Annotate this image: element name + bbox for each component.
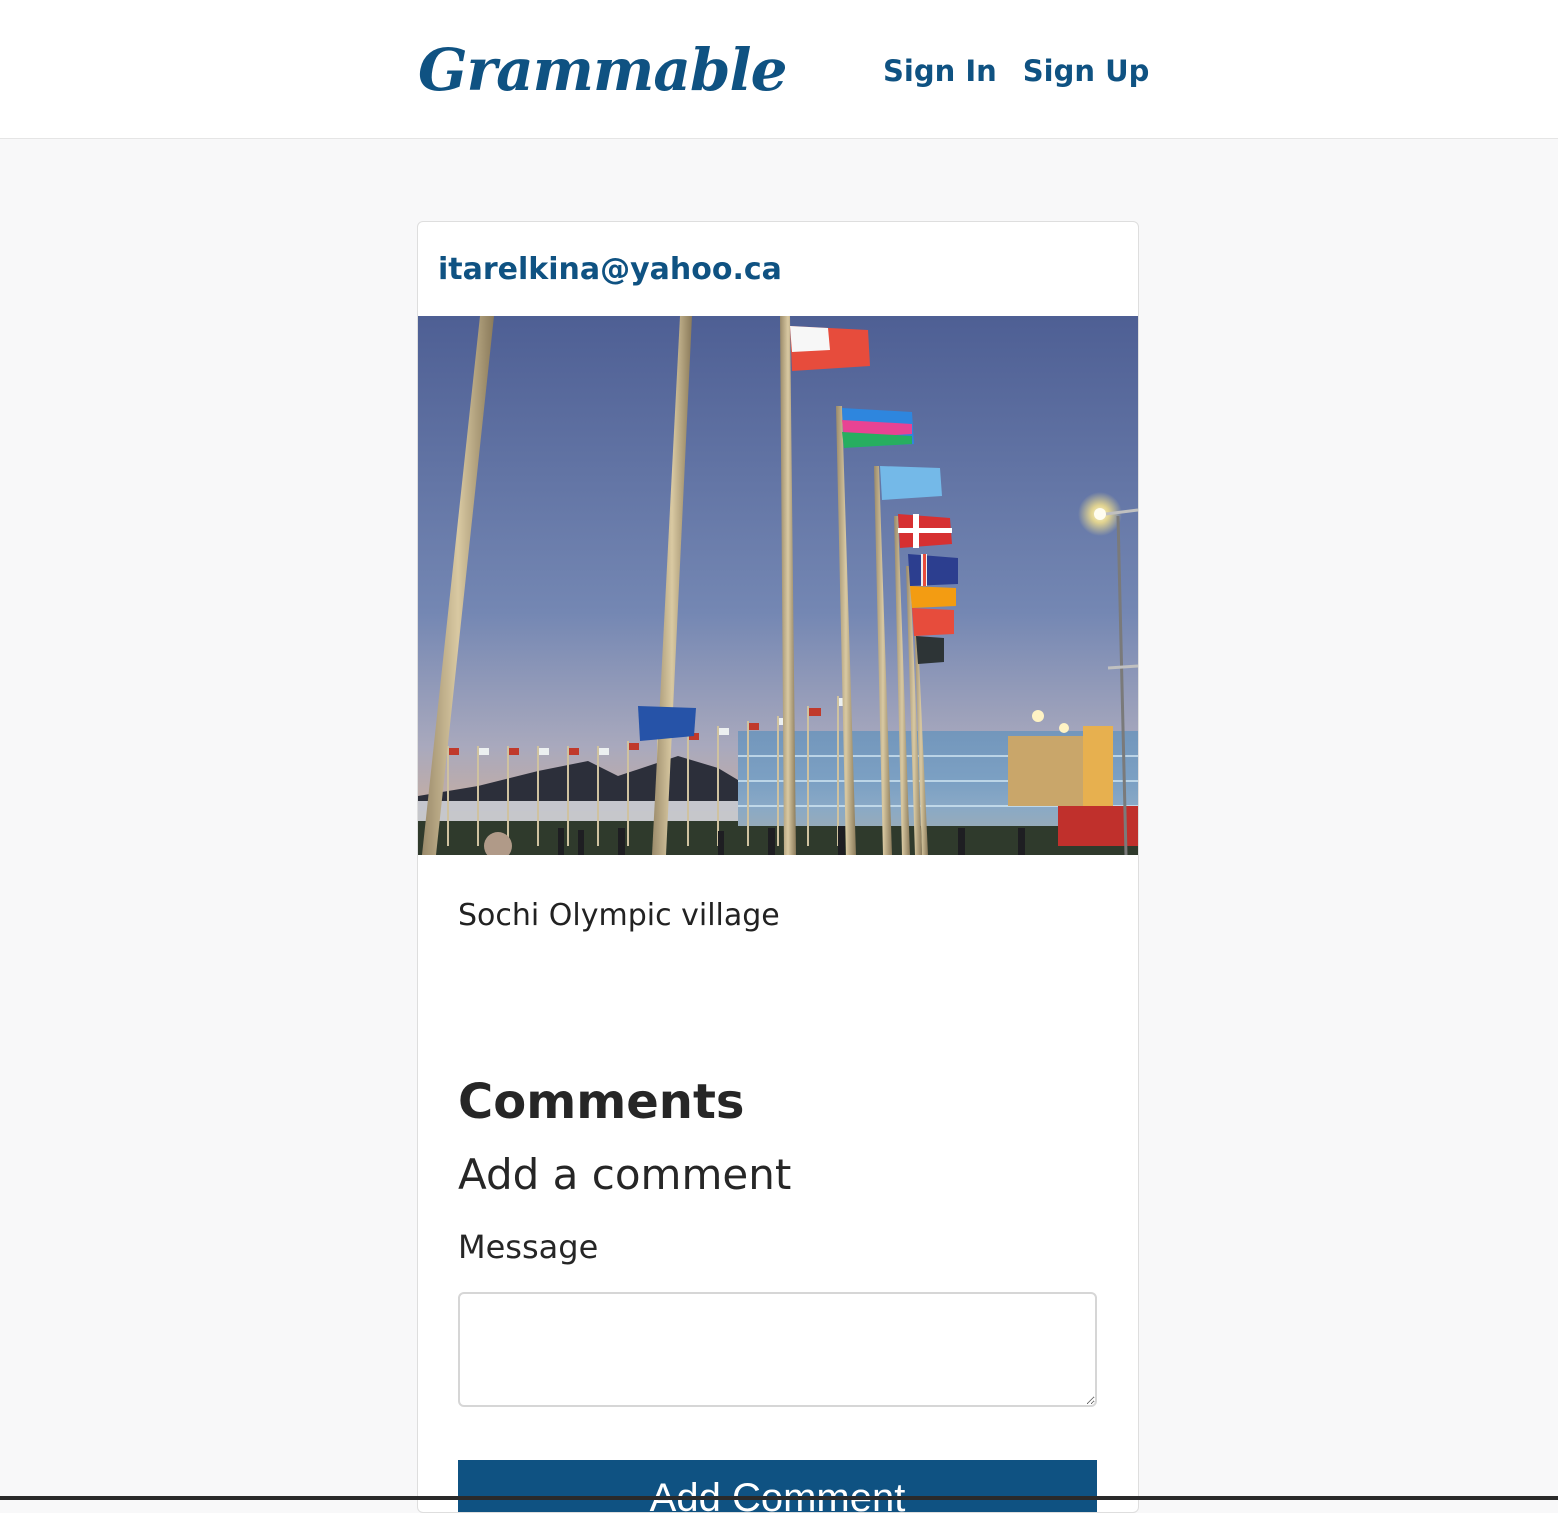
post-caption: Sochi Olympic village xyxy=(458,898,780,933)
add-comment-heading: Add a comment xyxy=(458,1150,792,1199)
add-comment-button[interactable]: Add Comment xyxy=(458,1460,1097,1512)
post-author: itarelkina@yahoo.ca xyxy=(438,251,782,287)
sign-in-link[interactable]: Sign In xyxy=(883,48,997,94)
post-card: itarelkina@yahoo.ca Sochi Olympic villag… xyxy=(417,221,1139,1513)
comments-heading: Comments xyxy=(458,1074,745,1130)
message-field[interactable] xyxy=(458,1292,1097,1407)
message-label: Message xyxy=(458,1228,599,1266)
window-edge xyxy=(0,1496,1558,1500)
post-photo xyxy=(418,316,1138,855)
navbar: Grammable Sign In Sign Up xyxy=(0,0,1558,139)
sign-up-link[interactable]: Sign Up xyxy=(1023,48,1150,94)
nav-links: Sign In Sign Up xyxy=(883,48,1149,94)
brand-logo[interactable]: Grammable xyxy=(418,30,787,110)
post-header: itarelkina@yahoo.ca xyxy=(418,222,1138,316)
